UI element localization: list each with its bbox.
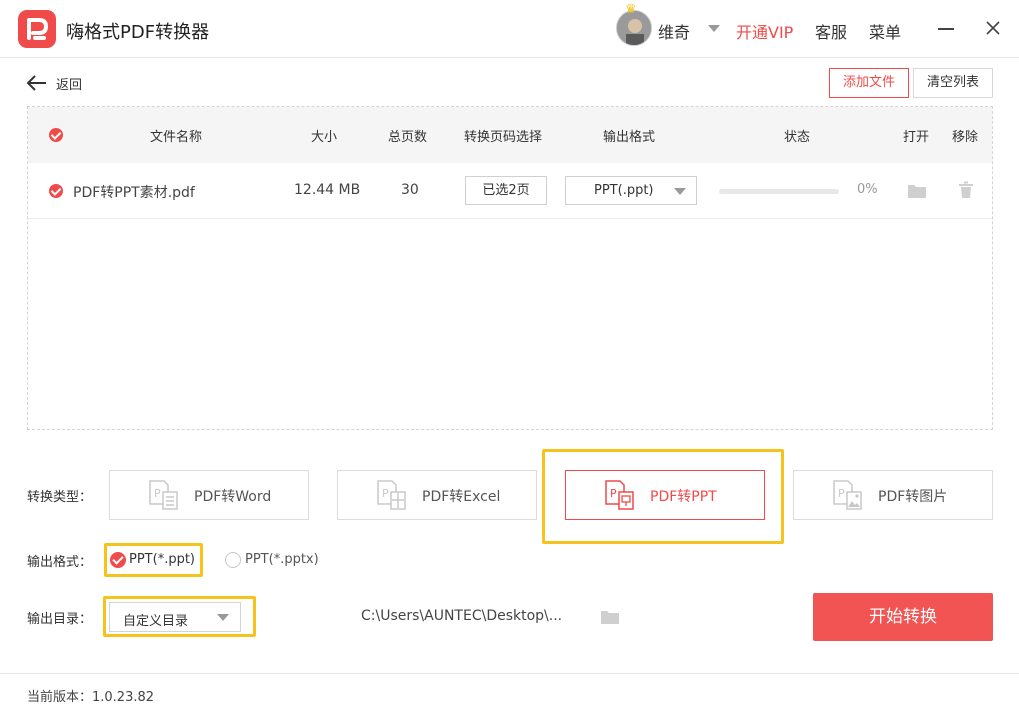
start-convert-button[interactable]: 开始转换: [813, 593, 993, 641]
file-table: 文件名称 大小 总页数 转换页码选择 输出格式 状态 打开 移除 PDF转PPT…: [27, 106, 993, 430]
pdf-to-image-option[interactable]: P PDF转图片: [793, 470, 993, 520]
column-remove: 移除: [952, 130, 979, 145]
highlight-box: [542, 449, 784, 544]
page-select-button[interactable]: 已选2页: [465, 176, 547, 205]
version-text: 当前版本：1.0.23.82: [27, 690, 155, 705]
add-files-button[interactable]: 添加文件: [829, 68, 909, 98]
column-page-select: 转换页码选择: [464, 130, 543, 145]
output-dir-label: 输出目录：: [27, 612, 93, 627]
pdf-to-word-label: PDF转Word: [194, 489, 272, 505]
chevron-down-icon: [674, 188, 686, 195]
radio-pptx[interactable]: [225, 552, 241, 568]
table-row[interactable]: PDF转PPT素材.pdf 12.44 MB 30 已选2页 PPT(.ppt)…: [28, 163, 992, 219]
customer-service-link[interactable]: 客服: [815, 19, 847, 43]
footer-divider: [0, 673, 1019, 674]
app-title: 嗨格式PDF转换器: [66, 22, 210, 43]
output-format-select[interactable]: PPT(.ppt): [565, 176, 697, 205]
pdf-to-image-icon: P: [833, 480, 862, 510]
convert-type-label: 转换类型：: [27, 490, 93, 505]
progress-bar: [719, 189, 839, 194]
table-header: 文件名称 大小 总页数 转换页码选择 输出格式 状态 打开 移除: [28, 107, 992, 163]
column-size: 大小: [311, 130, 338, 145]
pdf-to-excel-icon: P: [377, 480, 406, 510]
output-path: C:\Users\AUNTEC\Desktop\...: [361, 608, 563, 624]
column-status: 状态: [784, 130, 811, 145]
minimize-icon[interactable]: [938, 28, 954, 30]
trash-icon[interactable]: [958, 181, 974, 199]
pdf-to-image-label: PDF转图片: [878, 489, 948, 505]
user-dropdown-chevron-icon[interactable]: [708, 25, 720, 32]
title-bar: 嗨格式PDF转换器 ♛ 维奇 开通VIP 客服 菜单: [0, 0, 1019, 58]
highlight-box: [104, 543, 203, 577]
page-count: 30: [401, 182, 419, 198]
app-logo-icon: [18, 10, 56, 48]
progress-percent: 0%: [857, 182, 878, 197]
file-name: PDF转PPT素材.pdf: [73, 185, 195, 201]
highlight-box: [103, 596, 256, 637]
browse-folder-icon[interactable]: [600, 609, 620, 625]
svg-text:P: P: [382, 487, 389, 500]
column-open: 打开: [903, 130, 930, 145]
open-folder-icon[interactable]: [907, 183, 927, 199]
row-checkbox[interactable]: [49, 184, 63, 198]
crown-icon: ♛: [625, 2, 637, 17]
column-file-name: 文件名称: [150, 130, 203, 145]
username[interactable]: 维奇: [658, 19, 690, 43]
file-size: 12.44 MB: [294, 182, 361, 198]
clear-list-button[interactable]: 清空列表: [913, 68, 993, 98]
arrow-left-icon: [26, 75, 46, 91]
output-format-value: PPT(.ppt): [594, 183, 654, 198]
menu-link[interactable]: 菜单: [869, 19, 901, 43]
output-format-label: 输出格式：: [27, 555, 93, 570]
svg-text:P: P: [154, 487, 161, 500]
radio-pptx-label[interactable]: PPT(*.pptx): [245, 552, 319, 567]
column-output-format: 输出格式: [603, 130, 656, 145]
pdf-to-excel-label: PDF转Excel: [422, 489, 501, 505]
close-icon[interactable]: [983, 18, 1003, 38]
pdf-to-word-icon: P: [149, 480, 178, 510]
back-label: 返回: [56, 77, 83, 93]
pdf-to-word-option[interactable]: P PDF转Word: [109, 470, 309, 520]
pdf-to-excel-option[interactable]: P PDF转Excel: [337, 470, 537, 520]
column-pages: 总页数: [388, 130, 428, 145]
select-all-checkbox[interactable]: [49, 128, 63, 142]
back-button[interactable]: 返回: [26, 73, 82, 93]
svg-text:P: P: [838, 487, 845, 500]
open-vip-link[interactable]: 开通VIP: [736, 19, 793, 43]
